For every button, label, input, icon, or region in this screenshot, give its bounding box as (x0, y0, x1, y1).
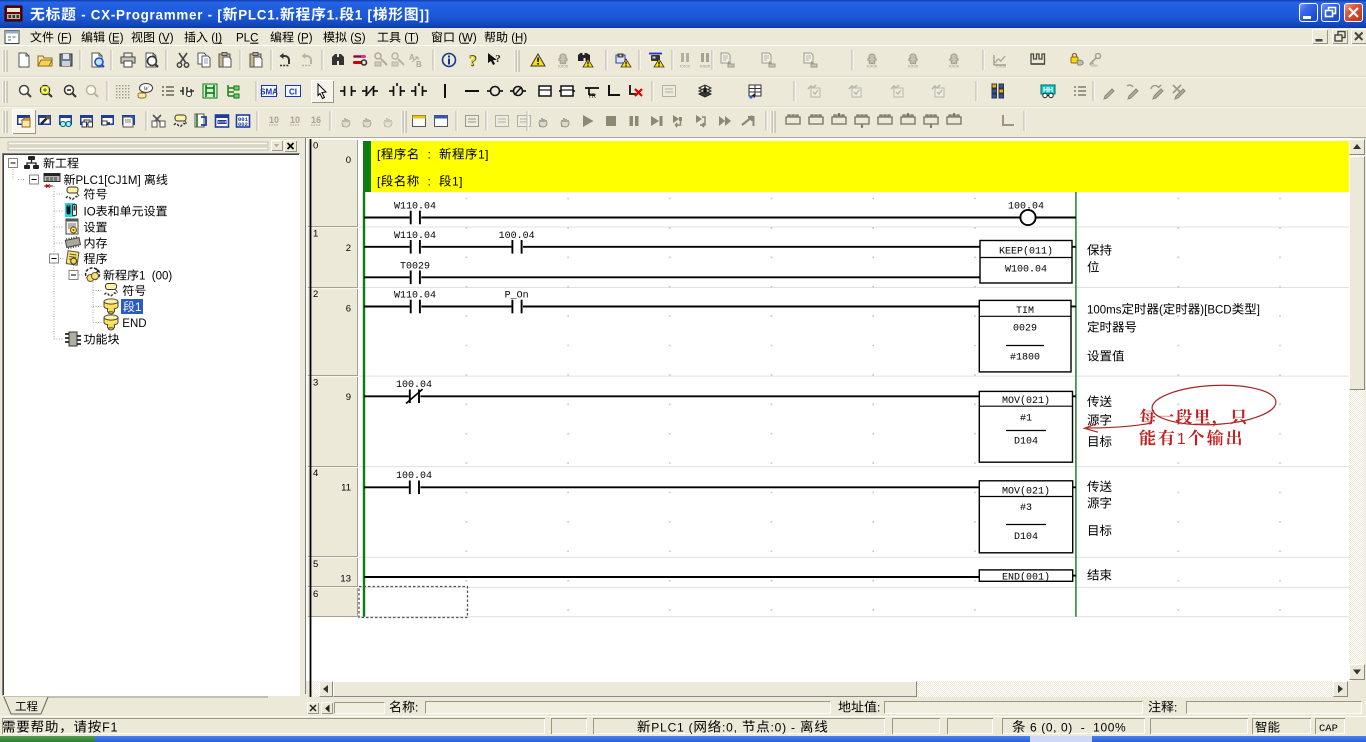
svg-text:roron: roron (996, 64, 1007, 69)
svg-text:1.: 1. (327, 8, 340, 23)
svg-text:- CX-Programmer - [: - CX-Programmer - [ (77, 8, 223, 23)
svg-text:6 (0, 0) - 100%: 6 (0, 0) - 100% (1026, 721, 1126, 735)
svg-text:roron: roron (700, 64, 711, 69)
svg-text:1]: 1] (478, 148, 489, 162)
svg-text:?: ? (469, 54, 477, 70)
svg-text::: : (1174, 701, 1177, 715)
svg-text:W110.04: W110.04 (394, 291, 436, 302)
svg-text:#1: #1 (1020, 414, 1032, 425)
svg-text:1]: 1] (452, 175, 463, 189)
svg-text:W100.04: W100.04 (1005, 265, 1047, 276)
svg-text::0) -: :0) - (771, 721, 800, 735)
svg-text:6: 6 (346, 304, 351, 315)
svg-text:100.04: 100.04 (1008, 201, 1044, 212)
svg-text:)[BCD: )[BCD (1200, 305, 1231, 317)
svg-text:(: ( (1159, 305, 1163, 317)
svg-text:PLC1 (: PLC1 ( (651, 721, 693, 735)
svg-text::: : (420, 175, 439, 189)
svg-text:END(001): END(001) (1002, 571, 1050, 583)
svg-text:4: 4 (313, 468, 318, 479)
svg-text:CI: CI (289, 88, 297, 97)
svg-text:F1: F1 (102, 721, 118, 735)
svg-text:5: 5 (313, 559, 318, 570)
svg-text:PLC1.: PLC1. (238, 8, 280, 23)
svg-text:9: 9 (346, 392, 351, 403)
svg-text:#3: #3 (1020, 503, 1032, 514)
svg-text::0,: :0, (722, 721, 742, 735)
svg-text:10: 10 (290, 115, 300, 125)
svg-text:100ms: 100ms (1087, 305, 1122, 317)
svg-text:2: 2 (313, 289, 318, 300)
svg-text:]: ] (1257, 305, 1260, 317)
svg-text:11: 11 (341, 483, 351, 494)
svg-text:13: 13 (340, 573, 351, 584)
svg-text:MOV(021): MOV(021) (1002, 395, 1050, 407)
svg-text:2: 2 (346, 243, 351, 254)
svg-text:PLC1[CJ1M]: PLC1[CJ1M] (76, 175, 144, 187)
svg-text:1 [: 1 [ (355, 8, 373, 23)
svg-text:1: 1 (313, 229, 318, 240)
svg-text:T0029: T0029 (400, 261, 430, 272)
svg-text:SMA: SMA (260, 88, 278, 97)
svg-text:1: 1 (1177, 431, 1188, 448)
svg-text:[: [ (377, 175, 381, 189)
svg-text:D104: D104 (1014, 437, 1038, 448)
svg-text:[: [ (377, 148, 381, 162)
svg-text:0: 0 (346, 155, 351, 166)
svg-text:MOV(021): MOV(021) (1002, 486, 1050, 498)
svg-text:100.04: 100.04 (396, 380, 432, 391)
svg-text:TR: TR (588, 94, 597, 100)
svg-text:100.04: 100.04 (396, 471, 432, 482)
svg-text:1 (00): 1 (00) (139, 271, 172, 283)
svg-text:END: END (122, 318, 146, 330)
svg-text:KEEP(011): KEEP(011) (999, 246, 1053, 258)
svg-text:10: 10 (269, 115, 279, 125)
svg-text:16: 16 (311, 115, 321, 125)
svg-text:?: ? (495, 53, 501, 65)
svg-text:6: 6 (313, 589, 318, 600)
svg-text:0: 0 (313, 141, 318, 152)
svg-text::: : (420, 148, 439, 162)
svg-text:P_On: P_On (505, 291, 529, 302)
svg-text:#1800: #1800 (1010, 353, 1040, 364)
svg-text:3: 3 (313, 378, 318, 389)
svg-text:0029: 0029 (1013, 324, 1037, 335)
svg-text:IO: IO (84, 207, 96, 219)
svg-text:B: B (416, 60, 422, 69)
svg-text::: : (415, 701, 418, 715)
svg-text:roron: roron (680, 64, 691, 69)
svg-text:roron: roron (908, 64, 919, 69)
svg-text:]]: ]] (419, 8, 429, 23)
svg-text:W110.04: W110.04 (394, 231, 436, 242)
svg-text:1: 1 (135, 302, 141, 314)
svg-text:roron: roron (949, 64, 960, 69)
svg-text:D104: D104 (1014, 532, 1038, 543)
svg-text:roron: roron (867, 64, 878, 69)
svg-text:CAP: CAP (1319, 723, 1338, 735)
svg-text:TIM: TIM (1016, 306, 1034, 317)
svg-text:W110.04: W110.04 (394, 201, 436, 212)
svg-text:100.04: 100.04 (499, 231, 535, 242)
svg-text:roron: roron (558, 64, 569, 69)
svg-text::: : (877, 701, 880, 715)
svg-text:002: 002 (238, 121, 248, 128)
